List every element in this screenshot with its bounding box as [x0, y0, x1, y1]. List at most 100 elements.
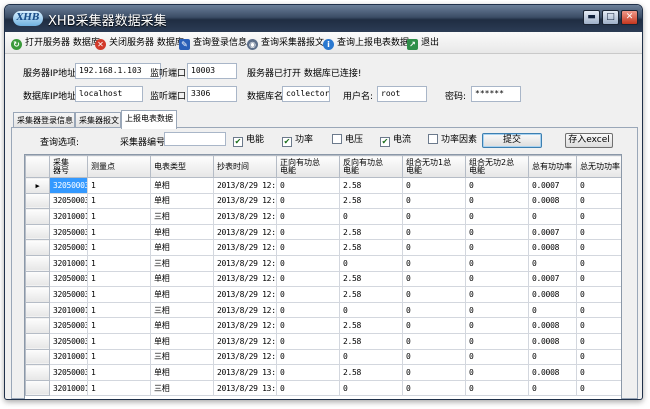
table-cell[interactable]: 0.0008 — [528, 317, 577, 334]
table-cell[interactable]: 2.58 — [339, 239, 403, 256]
table-cell[interactable]: 0 — [276, 223, 340, 241]
table-cell[interactable]: 0 — [465, 270, 529, 288]
table-cell[interactable]: 单相 — [150, 223, 214, 241]
table-cell[interactable]: 32050003 — [49, 177, 88, 194]
column-header[interactable]: 总有功功率 — [528, 155, 577, 178]
table-cell[interactable]: 2013/8/29 13:00 — [213, 364, 277, 381]
column-header[interactable]: 反向有功总 电能 — [339, 155, 403, 178]
table-cell[interactable]: 0 — [465, 317, 529, 334]
table-cell[interactable]: 0 — [465, 379, 529, 397]
table-row[interactable]: 320100011三相2013/8/29 12:40000000 — [25, 301, 621, 319]
title-bar[interactable]: XHB XHB采集器数据采集 ▬ □ ✕ — [5, 5, 642, 32]
table-cell[interactable]: 0.0008 — [528, 239, 577, 256]
table-cell[interactable]: 0 — [576, 379, 621, 397]
table-cell[interactable]: 0 — [276, 348, 340, 366]
table-cell[interactable]: 0 — [576, 192, 621, 210]
table-cell[interactable]: 1 — [87, 239, 151, 256]
open-server-db-button[interactable]: ↻ 打开服务器 数据库 — [11, 35, 100, 51]
checkbox-power[interactable]: ✔ 功率 — [282, 134, 313, 147]
table-cell[interactable]: 0 — [339, 379, 403, 397]
table-cell[interactable]: 单相 — [150, 177, 214, 194]
table-cell[interactable]: 32010001 — [49, 301, 88, 319]
table-cell[interactable]: 32050003 — [49, 286, 88, 303]
table-cell[interactable]: 0 — [465, 177, 529, 194]
table-cell[interactable]: 2013/8/29 12:50 — [213, 348, 277, 366]
table-cell[interactable]: 0 — [528, 348, 577, 366]
table-cell[interactable]: 1 — [87, 223, 151, 241]
column-header[interactable]: 抄表时间 — [213, 155, 277, 178]
table-cell[interactable]: 单相 — [150, 239, 214, 256]
db-ip-input[interactable]: localhost — [75, 86, 143, 102]
table-row[interactable]: 320100011三相2013/8/29 12:30000000 — [25, 254, 621, 272]
column-header[interactable]: 组合无功1总 电能 — [402, 155, 466, 178]
table-cell[interactable]: 0 — [402, 208, 466, 225]
table-cell[interactable]: 32050003 — [49, 332, 88, 350]
table-cell[interactable]: 32010001 — [49, 348, 88, 366]
table-cell[interactable]: 0 — [339, 348, 403, 366]
table-cell[interactable]: 32050003 — [49, 317, 88, 334]
table-cell[interactable]: 2013/8/29 12:14 — [213, 177, 277, 194]
close-server-db-button[interactable]: ✕ 关闭服务器 数据库 — [95, 35, 184, 51]
table-row[interactable]: 320500031单相2013/8/29 12:4002.58000.00080 — [25, 286, 621, 303]
table-cell[interactable]: 1 — [87, 254, 151, 272]
table-cell[interactable]: 0.0008 — [528, 192, 577, 210]
close-window-button[interactable]: ✕ — [621, 10, 638, 25]
table-cell[interactable]: 0 — [276, 254, 340, 272]
table-cell[interactable]: 0 — [276, 208, 340, 225]
table-cell[interactable]: 0 — [465, 192, 529, 210]
column-header[interactable]: 电表类型 — [150, 155, 214, 178]
table-row[interactable]: 320500031单相2013/8/29 13:0002.58000.00080 — [25, 364, 621, 381]
table-cell[interactable]: 0 — [576, 254, 621, 272]
table-cell[interactable]: 0.0007 — [528, 270, 577, 288]
table-cell[interactable]: 0 — [465, 286, 529, 303]
table-cell[interactable]: 0 — [276, 286, 340, 303]
table-cell[interactable]: 1 — [87, 301, 151, 319]
table-cell[interactable]: 单相 — [150, 286, 214, 303]
db-password-input[interactable]: ****** — [471, 86, 521, 102]
table-cell[interactable]: 2.58 — [339, 364, 403, 381]
table-cell[interactable]: 0 — [576, 270, 621, 288]
table-cell[interactable]: 三相 — [150, 254, 214, 272]
table-cell[interactable]: 0 — [276, 332, 340, 350]
table-cell[interactable]: 1 — [87, 286, 151, 303]
tab-collector-message[interactable]: 采集器报文 — [75, 112, 121, 128]
table-cell[interactable]: 2013/8/29 12:24 — [213, 223, 277, 241]
row-header[interactable] — [25, 208, 50, 225]
maximize-button[interactable]: □ — [602, 10, 619, 25]
table-cell[interactable]: 0 — [528, 379, 577, 397]
table-cell[interactable]: 32010001 — [49, 208, 88, 225]
exit-button[interactable]: ↗ 退出 — [407, 35, 439, 51]
minimize-button[interactable]: ▬ — [583, 10, 600, 25]
table-cell[interactable]: 0 — [339, 254, 403, 272]
table-cell[interactable]: 1 — [87, 208, 151, 225]
table-cell[interactable]: 0 — [402, 223, 466, 241]
table-cell[interactable]: 0 — [402, 192, 466, 210]
column-header[interactable]: 组合无功2总 电能 — [465, 155, 529, 178]
row-header[interactable] — [25, 254, 50, 272]
table-cell[interactable]: 0.0007 — [528, 177, 577, 194]
table-cell[interactable]: 单相 — [150, 364, 214, 381]
row-header[interactable] — [25, 192, 50, 210]
table-cell[interactable]: 1 — [87, 348, 151, 366]
server-ip-input[interactable]: 192.168.1.103 — [75, 63, 161, 79]
table-cell[interactable]: 三相 — [150, 208, 214, 225]
table-cell[interactable]: 2013/8/29 12:40 — [213, 286, 277, 303]
table-cell[interactable]: 0.0007 — [528, 223, 577, 241]
row-header[interactable] — [25, 317, 50, 334]
table-cell[interactable]: 32010001 — [49, 379, 88, 397]
table-cell[interactable]: 0 — [465, 332, 529, 350]
table-cell[interactable]: 0 — [276, 192, 340, 210]
table-cell[interactable]: 0 — [402, 286, 466, 303]
column-header[interactable]: 总无功功率 — [576, 155, 621, 178]
table-cell[interactable]: 32050003 — [49, 223, 88, 241]
submit-button[interactable]: 提交 — [482, 133, 542, 148]
column-header[interactable]: 正向有功总 电能 — [276, 155, 340, 178]
table-cell[interactable]: 2013/8/29 12:44 — [213, 317, 277, 334]
checkbox-energy[interactable]: ✔ 电能 — [233, 134, 264, 147]
table-row[interactable]: 320500031单相2013/8/29 12:3002.58000.00080 — [25, 239, 621, 256]
column-header[interactable]: 采集 器号 — [49, 155, 88, 178]
row-header[interactable] — [25, 270, 50, 288]
table-cell[interactable]: 2013/8/29 12:30 — [213, 239, 277, 256]
table-cell[interactable]: 2.58 — [339, 192, 403, 210]
table-cell[interactable]: 2.58 — [339, 270, 403, 288]
